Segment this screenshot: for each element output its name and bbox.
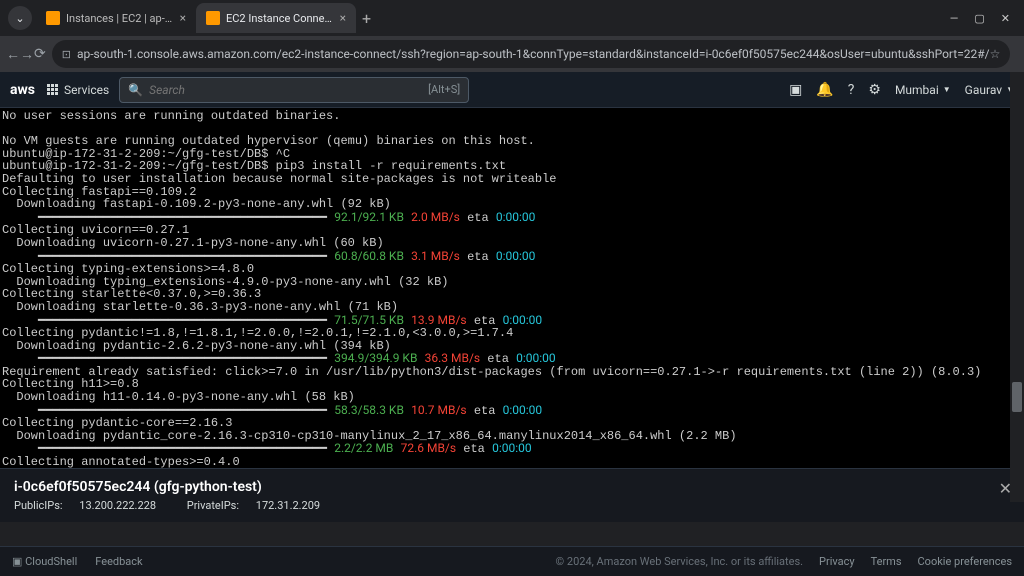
instance-ips: PublicIPs: 13.200.222.228 PrivateIPs: 17… (14, 499, 1010, 512)
tab-label: Instances | EC2 | ap-south-1 (66, 12, 174, 25)
forward-icon[interactable]: → (20, 41, 34, 67)
new-tab-button[interactable]: + (362, 9, 371, 28)
tab-label: EC2 Instance Connect | ap-sout (226, 12, 334, 25)
window-controls: — ▢ ✕ (940, 12, 1020, 25)
url-input[interactable]: ⊡ ap-south-1.console.aws.amazon.com/ec2-… (52, 40, 1011, 68)
notifications-icon[interactable]: 🔔 (816, 82, 833, 98)
terminal-output[interactable]: No user sessions are running outdated bi… (0, 108, 1024, 468)
user-menu[interactable]: Gaurav▼ (965, 83, 1014, 97)
close-icon[interactable]: ✕ (1001, 12, 1010, 25)
extension-icon[interactable]: ◉ (1020, 43, 1024, 65)
lock-icon: ⊡ (62, 48, 71, 61)
cloudshell-link[interactable]: ▣ CloudShell (12, 555, 77, 568)
grid-icon (47, 84, 58, 95)
tab-active[interactable]: EC2 Instance Connect | ap-sout × (196, 3, 356, 33)
copyright-text: © 2024, Amazon Web Services, Inc. or its… (556, 555, 804, 568)
tabs-container: Instances | EC2 | ap-south-1 × EC2 Insta… (36, 3, 940, 33)
minimize-icon[interactable]: — (950, 12, 959, 25)
privacy-link[interactable]: Privacy (819, 555, 855, 568)
search-input[interactable]: 🔍 [Alt+S] (119, 77, 469, 103)
search-hint: [Alt+S] (428, 83, 460, 96)
terms-link[interactable]: Terms (871, 555, 902, 568)
maximize-icon[interactable]: ▢ (974, 12, 984, 25)
close-icon[interactable]: × (340, 11, 346, 25)
star-icon[interactable]: ☆ (990, 47, 1001, 61)
reload-icon[interactable]: ⟳ (34, 41, 46, 67)
search-field[interactable] (149, 83, 428, 97)
instance-title: i-0c6ef0f50575ec244 (gfg-python-test) (14, 479, 1010, 495)
settings-icon[interactable]: ⚙ (868, 82, 881, 98)
help-icon[interactable]: ? (848, 82, 855, 98)
region-selector[interactable]: Mumbai▼ (895, 83, 951, 97)
aws-favicon-icon (206, 11, 220, 25)
tab-inactive[interactable]: Instances | EC2 | ap-south-1 × (36, 3, 196, 33)
search-icon: 🔍 (128, 83, 143, 97)
scrollbar[interactable] (1010, 72, 1024, 502)
services-label: Services (64, 83, 109, 97)
aws-footer: ▣ CloudShell Feedback © 2024, Amazon Web… (0, 546, 1024, 576)
close-icon[interactable]: × (180, 11, 186, 25)
aws-logo[interactable]: aws (10, 82, 35, 98)
chevron-down-icon[interactable]: ⌄ (8, 6, 32, 30)
aws-header: aws Services 🔍 [Alt+S] ▣ 🔔 ? ⚙ Mumbai▼ G… (0, 72, 1024, 108)
address-bar: ← → ⟳ ⊡ ap-south-1.console.aws.amazon.co… (0, 36, 1024, 72)
scrollbar-thumb[interactable] (1012, 382, 1022, 412)
aws-favicon-icon (46, 11, 60, 25)
services-menu[interactable]: Services (47, 83, 109, 97)
browser-tab-strip: ⌄ Instances | EC2 | ap-south-1 × EC2 Ins… (0, 0, 1024, 36)
cloudshell-icon[interactable]: ▣ (789, 82, 802, 98)
back-icon[interactable]: ← (6, 41, 20, 67)
cookie-link[interactable]: Cookie preferences (918, 555, 1012, 568)
url-text: ap-south-1.console.aws.amazon.com/ec2-in… (77, 47, 990, 61)
instance-info-panel: i-0c6ef0f50575ec244 (gfg-python-test) Pu… (0, 468, 1024, 522)
feedback-link[interactable]: Feedback (95, 555, 142, 568)
